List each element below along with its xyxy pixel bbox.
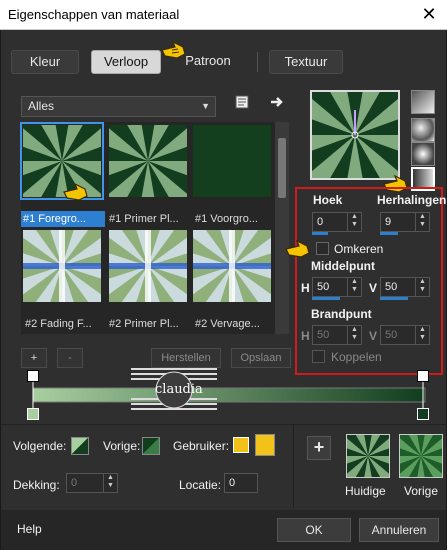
dialog-footer: Help OK Annuleren	[1, 510, 446, 550]
opacity-input[interactable]: 0 ▲ ▼	[66, 473, 118, 493]
library-scrollbar[interactable]	[275, 122, 289, 334]
save-button[interactable]: Opslaan	[231, 348, 291, 368]
remove-gradient-button[interactable]: -	[57, 348, 83, 368]
opacity-label: Dekking:	[13, 478, 60, 492]
current-label: Huidige	[345, 484, 386, 498]
window-title: Eigenschappen van materiaal	[8, 7, 180, 22]
repeats-label: Herhalingen	[377, 193, 447, 207]
library-book-icon[interactable]	[233, 94, 251, 114]
tab-separator	[257, 52, 258, 72]
gradient-thumb-label: #1 Primer Pl...	[109, 213, 179, 225]
dialog-body: Kleur Verloop Patroon Textuur Alles ▼ #1…	[0, 30, 447, 550]
gradient-thumb-label: #2 Primer Pl...	[109, 318, 179, 330]
gradient-thumb-2-primer[interactable]	[70, 188, 226, 344]
focal-v-input[interactable]: 50 ▲ ▼	[380, 325, 430, 345]
user-label: Gebruiker:	[173, 439, 230, 453]
add-gradient-button[interactable]: +	[21, 348, 47, 368]
tab-verloop[interactable]: Verloop	[91, 50, 161, 74]
prev-label: Vorige:	[103, 439, 141, 453]
current-gradient-swatch[interactable]	[326, 414, 410, 498]
add-to-library-button[interactable]: +	[307, 436, 331, 460]
gradient-thumb-label: #2 Fading F...	[25, 318, 92, 330]
midpoint-h-label: H	[301, 281, 310, 295]
rectangular-gradient-mode-icon[interactable]	[411, 118, 435, 142]
gradient-thumb-1-primer[interactable]	[70, 84, 226, 238]
repeats-input[interactable]: 9 ▲ ▼	[380, 212, 430, 232]
midpoint-v-input[interactable]: 50 ▲ ▼	[380, 277, 430, 297]
previous-gradient-swatch[interactable]	[379, 414, 447, 498]
radial-gradient-mode-icon[interactable]	[411, 142, 435, 166]
watermark-logo: claudia	[129, 358, 219, 422]
gradient-editor-bar[interactable]	[25, 370, 435, 424]
ok-button[interactable]: OK	[277, 518, 351, 542]
color-stop-right-top-icon[interactable]	[417, 370, 429, 382]
color-stop-left-icon[interactable]	[27, 408, 39, 420]
prev-color-swatch[interactable]	[142, 437, 160, 455]
midpoint-v-label: V	[369, 281, 378, 295]
cancel-button[interactable]: Annuleren	[359, 518, 439, 542]
gradient-thumb-2-fading[interactable]	[0, 188, 140, 344]
focal-point-label: Brandpunt	[311, 307, 372, 321]
close-button[interactable]: ✕	[411, 0, 447, 29]
color-stop-right-icon[interactable]	[417, 408, 429, 420]
invert-label: Omkeren	[334, 242, 384, 256]
hand-cursor-icon	[285, 239, 310, 258]
midpoint-label: Middelpunt	[311, 259, 375, 273]
invert-checkbox[interactable]	[316, 242, 329, 255]
color-stop-left-top-icon[interactable]	[27, 370, 39, 382]
gradient-thumb-2-vervagen[interactable]	[154, 188, 310, 344]
category-dropdown-value: Alles	[28, 99, 55, 113]
user-color-swatch[interactable]	[255, 434, 275, 456]
link-checkbox[interactable]	[312, 350, 325, 363]
gradient-thumb-label: #1 Voorgro...	[195, 213, 258, 225]
category-dropdown[interactable]: Alles ▼	[21, 96, 216, 117]
gradient-preview[interactable]	[269, 50, 441, 220]
tab-kleur[interactable]: Kleur	[11, 50, 79, 74]
next-label: Volgende:	[13, 439, 67, 453]
link-label: Koppelen	[331, 350, 382, 364]
watermark-text: claudia	[155, 382, 203, 397]
location-input[interactable]: 0	[224, 473, 258, 493]
chevron-down-icon: ▼	[201, 101, 210, 111]
hand-cursor-icon	[63, 182, 88, 201]
gradient-thumb-label: #2 Vervage...	[195, 318, 260, 330]
gradient-thumb-1-foreground[interactable]	[0, 84, 140, 238]
focal-h-label: H	[301, 329, 310, 343]
angle-label: Hoek	[313, 193, 343, 207]
gradient-thumb-1-voorgrond[interactable]	[193, 125, 271, 197]
previous-label: Vorige	[404, 484, 439, 498]
angle-input[interactable]: 0 ▲ ▼	[312, 212, 362, 232]
location-label: Locatie:	[179, 478, 222, 492]
linear-gradient-mode-icon[interactable]	[411, 90, 435, 114]
help-button[interactable]: Help	[17, 522, 42, 536]
tab-textuur[interactable]: Textuur	[269, 50, 343, 74]
focal-v-label: V	[369, 329, 378, 343]
user-color-swatch-small[interactable]	[233, 437, 249, 453]
title-bar: Eigenschappen van materiaal ✕	[0, 0, 447, 30]
hand-cursor-icon	[161, 40, 186, 59]
arrow-right-icon[interactable]	[268, 94, 286, 114]
midpoint-h-input[interactable]: 50 ▲ ▼	[312, 277, 362, 297]
next-color-swatch[interactable]	[71, 437, 89, 455]
focal-h-input[interactable]: 50 ▲ ▼	[312, 325, 362, 345]
gradient-thumb-label: #1 Foregro...	[21, 211, 105, 227]
